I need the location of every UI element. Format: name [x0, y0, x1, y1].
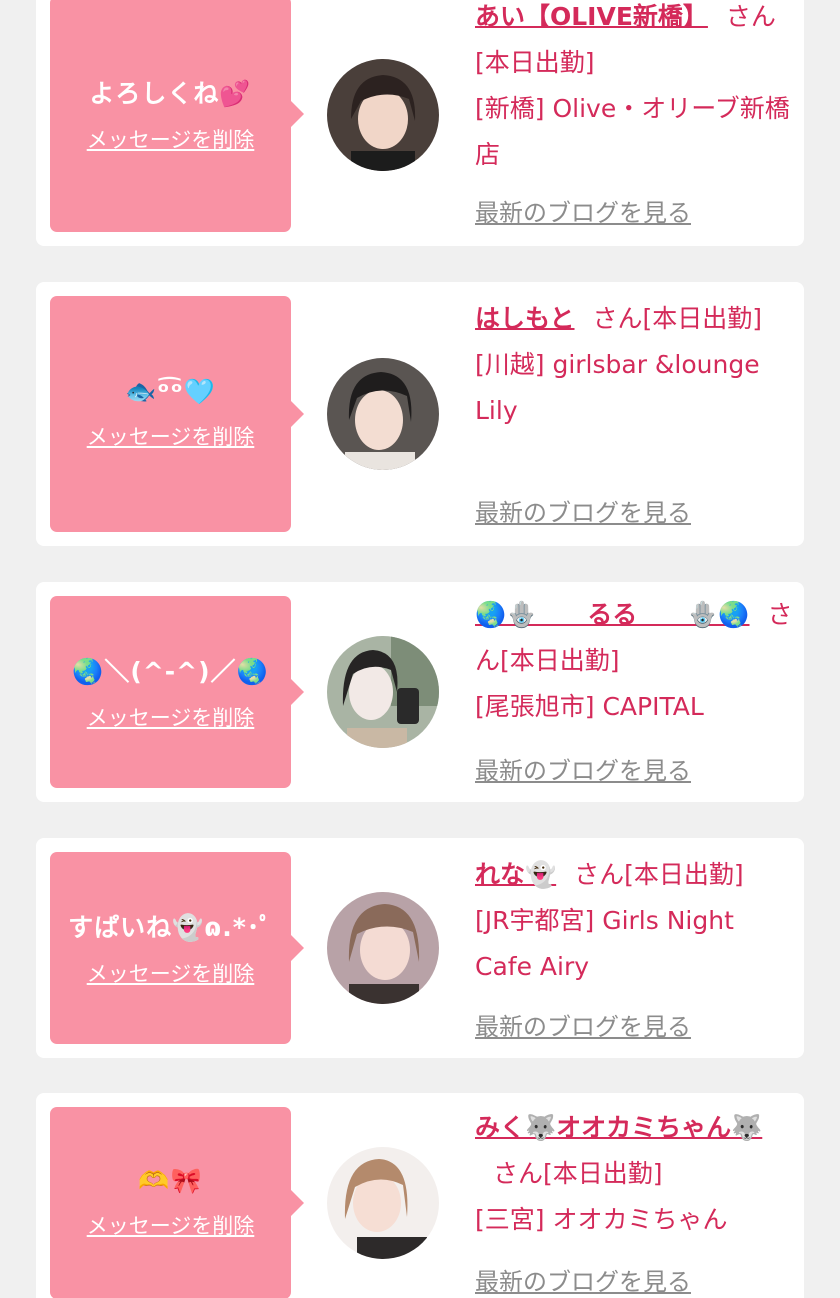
message-text: 🫶🎀: [138, 1166, 203, 1195]
message-card: 🐟ᵒ͡ᵒ🩵 メッセージを削除 はしもと さん[本日出勤] [川越] girlsba…: [36, 282, 804, 546]
girl-info: はしもと さん[本日出勤] [川越] girlsbar &lounge Lily: [475, 296, 795, 434]
avatar[interactable]: [327, 636, 439, 748]
shop-name: [JR宇都宮] Girls Night Cafe Airy: [475, 906, 734, 981]
message-text: すぱいね👻ɷ.*･ﾟ: [68, 913, 273, 942]
view-blog-link[interactable]: 最新のブログを見る: [475, 493, 691, 528]
girl-name-link[interactable]: 🌏🪬 るる 🪬🌏: [475, 600, 750, 629]
girl-name-link[interactable]: みく🐺オオカミちゃん🐺: [475, 1113, 762, 1142]
delete-message-link[interactable]: メッセージを削除: [87, 958, 255, 988]
girl-status: さん[本日出勤]: [493, 1159, 663, 1188]
view-blog-link[interactable]: 最新のブログを見る: [475, 1007, 691, 1042]
avatar[interactable]: [327, 59, 439, 171]
view-blog-link[interactable]: 最新のブログを見る: [475, 193, 691, 228]
message-card: 🫶🎀 メッセージを削除 みく🐺オオカミちゃん🐺 さん[本日出勤] [三宮] オオカ…: [36, 1093, 804, 1298]
message-bubble: すぱいね👻ɷ.*･ﾟ メッセージを削除: [50, 852, 304, 1044]
view-blog-link[interactable]: 最新のブログを見る: [475, 1262, 691, 1297]
girl-status: さん[本日出勤]: [592, 304, 763, 333]
girl-info: あい【OLIVE新橋】 さん[本日出勤] [新橋] Olive・オリーブ新橋店: [475, 0, 795, 178]
girl-info: みく🐺オオカミちゃん🐺 さん[本日出勤] [三宮] オオカミちゃん: [475, 1105, 795, 1243]
delete-message-link[interactable]: メッセージを削除: [87, 702, 255, 732]
shop-name: [三宮] オオカミちゃん: [475, 1205, 728, 1234]
message-card: よろしくね💕 メッセージを削除 あい【OLIVE新橋】 さん[本日出勤] [新橋]…: [36, 0, 804, 246]
avatar[interactable]: [327, 1147, 439, 1259]
girl-name-link[interactable]: はしもと: [475, 304, 575, 333]
message-bubble: 🐟ᵒ͡ᵒ🩵 メッセージを削除: [50, 296, 304, 532]
girl-name-link[interactable]: れな👻: [475, 860, 556, 889]
shop-name: [川越] girlsbar &lounge Lily: [475, 350, 760, 425]
girl-status: さん[本日出勤]: [574, 860, 744, 889]
message-bubble: よろしくね💕 メッセージを削除: [50, 0, 304, 232]
message-text: 🌏＼(^-^)／🌏: [72, 657, 269, 686]
message-card: 🌏＼(^-^)／🌏 メッセージを削除 🌏🪬 るる 🪬🌏 さん[本日出勤] [尾張旭…: [36, 582, 804, 802]
message-bubble: 🫶🎀 メッセージを削除: [50, 1107, 304, 1298]
message-bubble: 🌏＼(^-^)／🌏 メッセージを削除: [50, 596, 304, 788]
message-card: すぱいね👻ɷ.*･ﾟ メッセージを削除 れな👻 さん[本日出勤] [JR宇都宮] …: [36, 838, 804, 1058]
delete-message-link[interactable]: メッセージを削除: [87, 1210, 255, 1240]
delete-message-link[interactable]: メッセージを削除: [87, 421, 255, 451]
delete-message-link[interactable]: メッセージを削除: [87, 124, 255, 154]
shop-name: [新橋] Olive・オリーブ新橋店: [475, 94, 790, 169]
shop-name: [尾張旭市] CAPITAL: [475, 692, 704, 721]
girl-info: 🌏🪬 るる 🪬🌏 さん[本日出勤] [尾張旭市] CAPITAL: [475, 592, 795, 730]
view-blog-link[interactable]: 最新のブログを見る: [475, 751, 691, 786]
girl-name-link[interactable]: あい【OLIVE新橋】: [475, 2, 708, 31]
message-text: よろしくね💕: [89, 79, 252, 108]
message-text: 🐟ᵒ͡ᵒ🩵: [125, 377, 216, 406]
girl-info: れな👻 さん[本日出勤] [JR宇都宮] Girls Night Cafe Air…: [475, 852, 795, 990]
avatar[interactable]: [327, 892, 439, 1004]
avatar[interactable]: [327, 358, 439, 470]
